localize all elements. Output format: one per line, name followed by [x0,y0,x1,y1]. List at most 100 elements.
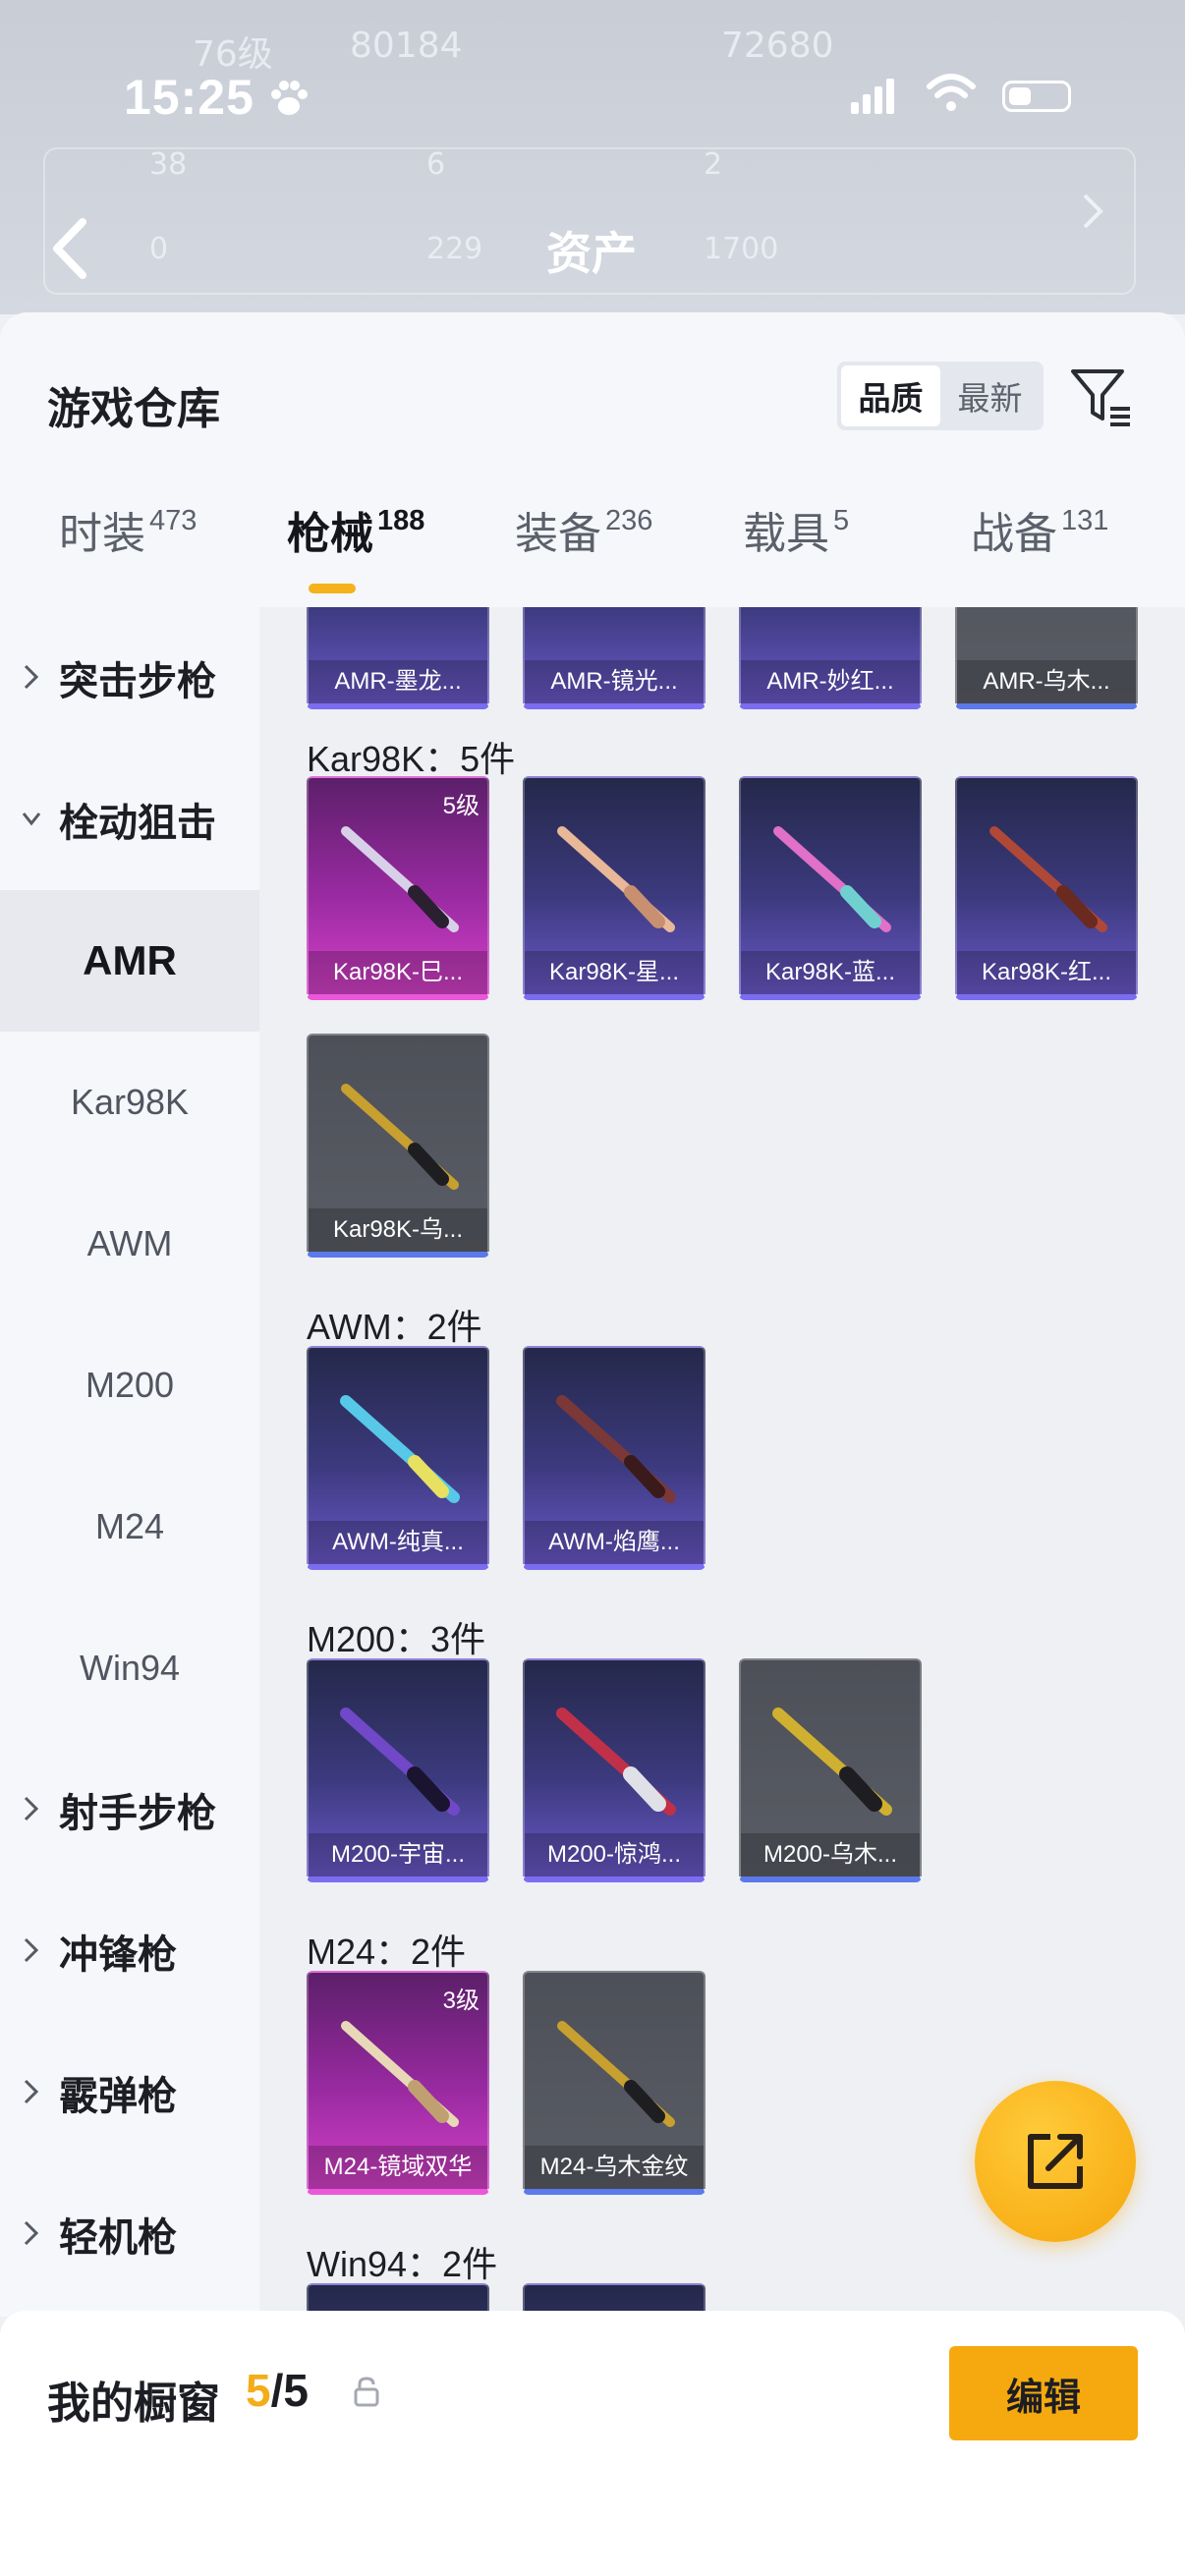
tab-fashion[interactable]: 时装 473 [59,505,197,607]
tab-label: 载具 [743,510,829,558]
category-shotguns[interactable]: 霰弹枪 [0,2022,259,2163]
weapon-card[interactable]: AMR-镜光... [523,607,705,709]
paw-icon [271,81,308,115]
wifi-icon [927,74,976,111]
category-smgs[interactable]: 冲锋枪 [0,1880,259,2022]
weapon-card[interactable]: Kar98K-星... [523,776,705,1000]
weapon-card[interactable]: AWM-纯真... [307,1346,489,1570]
chevron-right-icon [24,2079,39,2104]
ghost-score: 80184 [350,26,463,66]
tab-equipment[interactable]: 装备 236 [515,505,652,607]
subcategory-m200[interactable]: M200 [0,1315,259,1456]
subcategory-amr[interactable]: AMR [0,890,259,1032]
tab-label: 战备 [971,510,1057,558]
tab-firearms[interactable]: 枪械 188 [287,505,424,607]
showcase-bar: 我的橱窗 5/5 编辑 [0,2311,1185,2576]
weapon-name: AMR-镜光... [525,660,704,703]
weapon-category-list: 突击步枪 栓动狙击 AMR Kar98K AWM M200 M24 Win94 … [0,607,259,2317]
section-title-m24: M24：2件 [307,1932,467,1972]
category-label: 轻机枪 [59,2216,177,2260]
tab-count: 131 [1061,505,1109,536]
section-title-m200: M200：3件 [307,1619,486,1659]
chevron-right-icon [24,1937,39,1963]
sort-quality-option[interactable]: 品质 [841,365,940,426]
showcase-label: 我的橱窗 [47,2380,220,2428]
share-icon [1028,2134,1083,2189]
share-button[interactable] [975,2081,1136,2242]
tab-combat-gear[interactable]: 战备 131 [971,505,1108,607]
weapon-card[interactable]: AMR-妙红... [739,607,922,709]
tab-count: 188 [377,505,425,536]
weapon-name: Kar98K-巳... [309,951,487,994]
weapon-name: M200-宇宙... [309,1833,487,1876]
chevron-down-icon [22,812,41,826]
rifle-icon [341,2021,459,2127]
rifle-icon [557,826,675,932]
rifle-icon [989,826,1107,932]
tab-label: 装备 [515,510,601,558]
weapon-card[interactable]: M200-惊鸿... [523,1658,705,1882]
category-bolt-snipers[interactable]: 栓动狙击 [0,749,259,890]
rifle-icon [556,1395,676,1503]
rifle-icon [557,2021,675,2127]
back-arrow-icon[interactable] [47,214,94,283]
weapon-card[interactable]: AWM-焰鹰... [523,1346,705,1570]
weapon-name: AMR-墨龙... [309,660,487,703]
subcategory-win94[interactable]: Win94 [0,1597,259,1739]
edit-button[interactable]: 编辑 [949,2346,1138,2440]
category-assault-rifles[interactable]: 突击步枪 [0,607,259,749]
weapon-card[interactable]: Kar98K-蓝... [739,776,922,1000]
section-title-kar98k: Kar98K：5件 [307,739,516,779]
showcase-count: 5/5 [246,2364,309,2417]
weapon-card[interactable]: Kar98K-红... [955,776,1138,1000]
category-label: 霰弹枪 [59,2075,177,2118]
rifle-icon [341,826,459,932]
rifle-icon [341,1084,459,1190]
rifle-icon [773,826,891,932]
chevron-right-icon [24,1796,39,1821]
battery-icon [1002,81,1071,112]
weapon-card[interactable]: M200-宇宙... [307,1658,489,1882]
weapon-name: AMR-妙红... [741,660,920,703]
weapon-name: M200-惊鸿... [525,1833,704,1876]
sort-toggle: 品质 最新 [837,362,1044,430]
lock-icon [354,2377,379,2407]
weapon-name: AWM-焰鹰... [525,1521,704,1564]
weapon-name: Kar98K-星... [525,951,704,994]
status-time: 15:25 [124,70,254,125]
category-label: 射手步枪 [59,1792,216,1835]
tab-count: 473 [149,505,198,536]
sheet-title: 游戏仓库 [47,385,220,433]
sheet-header: 游戏仓库 品质 最新 时装 473 枪械 188 装备 236 载具 5 战备 … [0,312,1185,607]
ghost-points: 72680 [721,26,834,66]
weapon-card[interactable]: Kar98K-乌... [307,1034,489,1258]
weapon-name: Kar98K-红... [957,951,1136,994]
subcategory-kar98k[interactable]: Kar98K [0,1032,259,1173]
weapon-card[interactable]: 5级 Kar98K-巳... [307,776,489,1000]
chevron-right-icon [24,664,39,690]
section-title-awm: AWM：2件 [307,1307,482,1347]
tab-vehicles[interactable]: 载具 5 [743,505,849,607]
rifle-icon [556,1708,676,1816]
chevron-right-icon [24,2220,39,2246]
category-marksman-rifles[interactable]: 射手步枪 [0,1739,259,1880]
weapon-name: M24-镜域双华 [309,2146,487,2189]
filter-icon[interactable] [1069,364,1134,428]
weapon-card[interactable]: 3级 M24-镜域双华 [307,1971,489,2195]
subcategory-m24[interactable]: M24 [0,1456,259,1597]
weapon-card[interactable]: M200-乌木... [739,1658,922,1882]
weapon-name: Kar98K-蓝... [741,951,920,994]
signal-icon [851,79,894,114]
category-label: 冲锋枪 [59,1933,177,1977]
category-label: 突击步枪 [59,660,216,703]
showcase-count-current: 5 [246,2365,271,2416]
rifle-icon [340,1395,460,1503]
showcase-count-total: /5 [270,2365,309,2416]
weapon-card[interactable]: M24-乌木金纹 [523,1971,705,2195]
section-title-win94: Win94：2件 [307,2244,498,2284]
category-lmgs[interactable]: 轻机枪 [0,2163,259,2305]
subcategory-awm[interactable]: AWM [0,1173,259,1315]
sort-newest-option[interactable]: 最新 [940,365,1040,426]
weapon-card[interactable]: AMR-墨龙... [307,607,489,709]
weapon-card[interactable]: AMR-乌木... [955,607,1138,709]
